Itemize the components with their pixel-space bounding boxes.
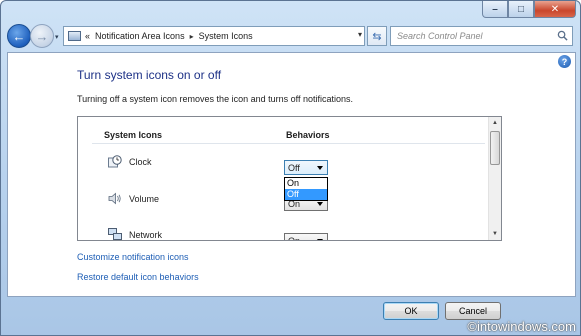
network-behavior-select[interactable]: On [284, 233, 328, 241]
breadcrumb-prefix-icon[interactable]: « [85, 31, 90, 41]
watermark: ©intowindows.com [467, 319, 576, 334]
dropdown-option-off[interactable]: Off [285, 189, 327, 200]
back-button[interactable]: ← [7, 24, 31, 48]
breadcrumb-notification-area-icons[interactable]: Notification Area Icons [95, 31, 185, 41]
row-label-volume: Volume [129, 194, 160, 204]
address-bar[interactable]: « Notification Area Icons ▸ System Icons… [63, 26, 365, 46]
row-label-clock: Clock [129, 157, 152, 167]
row-label-network: Network [129, 230, 163, 240]
clock-icon [108, 155, 122, 168]
caption-buttons: – □ ✕ [482, 1, 576, 19]
clock-behavior-select[interactable]: Off [284, 160, 328, 175]
help-icon[interactable]: ? [558, 55, 571, 68]
breadcrumb-system-icons[interactable]: System Icons [199, 31, 253, 41]
minimize-button[interactable]: – [482, 1, 508, 18]
search-placeholder: Search Control Panel [397, 31, 483, 41]
column-header-system-icons: System Icons [104, 130, 163, 140]
search-icon[interactable] [557, 30, 568, 41]
dialog-button-bar: OK Cancel ©intowindows.com [1, 297, 580, 335]
volume-icon [108, 192, 121, 205]
scroll-up-icon[interactable]: ▲ [489, 117, 501, 129]
header-divider [92, 143, 485, 144]
breadcrumb-separator-icon[interactable]: ▸ [190, 32, 194, 41]
restore-default-icon-behaviors-link[interactable]: Restore default icon behaviors [77, 272, 199, 282]
system-icons-list[interactable]: System Icons Behaviors Clock Off On Off [77, 116, 502, 241]
network-icon [108, 228, 122, 240]
dropdown-option-on[interactable]: On [285, 178, 327, 189]
page-description: Turning off a system icon removes the ic… [77, 94, 353, 104]
chevron-down-icon [317, 239, 323, 240]
search-input[interactable]: Search Control Panel [390, 26, 573, 46]
chevron-down-icon [317, 202, 323, 206]
chevron-down-icon [317, 166, 323, 170]
content-pane: ? Turn system icons on or off Turning of… [7, 52, 576, 297]
behavior-dropdown-list[interactable]: On Off [284, 177, 328, 201]
control-panel-icon [68, 31, 81, 41]
clock-behavior-value: Off [288, 162, 300, 173]
address-dropdown-icon[interactable]: ▾ [358, 30, 362, 39]
maximize-button[interactable]: □ [508, 1, 534, 18]
ok-button[interactable]: OK [383, 302, 439, 320]
customize-notification-icons-link[interactable]: Customize notification icons [77, 252, 189, 262]
cancel-button[interactable]: Cancel [445, 302, 501, 320]
forward-button[interactable]: → [30, 24, 54, 48]
scrollbar-thumb[interactable] [490, 131, 500, 165]
scroll-down-icon[interactable]: ▼ [489, 228, 501, 240]
close-button[interactable]: ✕ [534, 1, 576, 18]
page-title: Turn system icons on or off [77, 68, 222, 82]
list-scrollbar[interactable]: ▲ ▼ [488, 117, 501, 240]
navigation-bar: ← → ▾ « Notification Area Icons ▸ System… [5, 22, 576, 52]
network-behavior-value: On [288, 235, 301, 241]
recent-pages-icon[interactable]: ▾ [55, 33, 59, 41]
column-header-behaviors: Behaviors [286, 130, 330, 140]
refresh-button[interactable]: ⇆ [367, 26, 387, 46]
window-frame: – □ ✕ ← → ▾ « Notification Area Icons ▸ … [0, 0, 581, 336]
